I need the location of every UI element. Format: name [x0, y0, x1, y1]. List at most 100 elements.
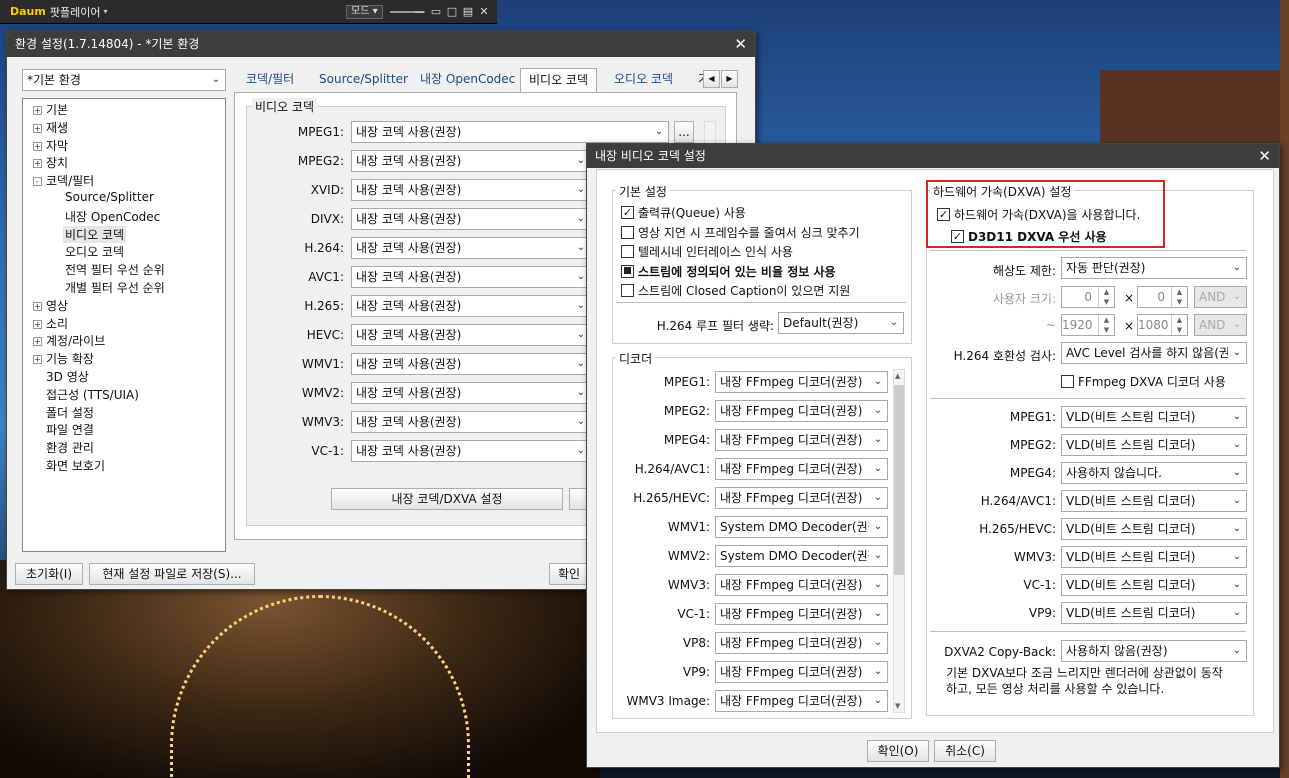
tab-scroll-left-icon[interactable]: ◀ — [703, 70, 720, 88]
tree-item[interactable]: 폴더 설정 — [44, 404, 96, 421]
potplayer-titlebar[interactable]: Daum 팟플레이어 ▾ 모드 ▾ — ▭ □ ▤ ✕ — [0, 0, 497, 24]
restore-icon[interactable]: ▭ — [428, 3, 444, 20]
tree-item[interactable]: + 소리 — [31, 315, 70, 332]
tab-video-codec[interactable]: 비디오 코덱 — [520, 68, 598, 92]
use-hw-checkbox[interactable]: ✓ 하드웨어 가속(DXVA)을 사용합니다. — [937, 206, 1140, 223]
maximize-icon[interactable]: □ — [444, 3, 460, 20]
codec-select[interactable]: 내장 코덱 사용(권장) ⌄ — [351, 266, 591, 288]
codec-select[interactable]: 내장 코덱 사용(권장) ⌄ — [351, 353, 591, 375]
hw-codec-select[interactable]: VLD(비트 스트림 디코더) ⌄ — [1061, 546, 1247, 568]
d3d11-checkbox[interactable]: ✓ D3D11 DXVA 우선 사용 — [951, 228, 1107, 245]
tree-item[interactable]: + 영상 — [31, 297, 70, 314]
hw-codec-select[interactable]: VLD(비트 스트림 디코더) ⌄ — [1061, 406, 1247, 428]
tab-audio-codec[interactable]: 오디오 코덱 — [614, 68, 673, 92]
tree-item[interactable]: 환경 관리 — [44, 439, 96, 456]
tree-item[interactable]: 접근성 (TTS/UIA) — [44, 386, 141, 403]
scrollbar-thumb[interactable] — [894, 385, 904, 575]
codec-select[interactable]: 내장 코덱 사용(권장) ⌄ — [351, 411, 591, 433]
decoder-select[interactable]: 내장 FFmpeg 디코더(권장) ⌄ — [715, 371, 888, 393]
codec-select[interactable]: 내장 코덱 사용(권장) ⌄ — [351, 208, 591, 230]
minimize-icon[interactable]: — — [412, 3, 428, 20]
dxva-settings-button[interactable]: 내장 코덱/DXVA 설정 — [331, 488, 563, 510]
tab-opencodec[interactable]: 내장 OpenCodec — [420, 68, 515, 92]
settings-tree[interactable]: + 기본 + 재생 + 자막 + 장치 - 코덱/필터 Source/Splitter 내장 Open… — [22, 98, 226, 552]
codec-select[interactable]: 내장 코덱 사용(권장) ⌄ — [351, 440, 591, 462]
pin-icon[interactable]: ▤ — [460, 3, 476, 20]
codec-select[interactable]: 내장 코덱 사용(권장) ⌄ — [351, 382, 591, 404]
hw-codec-select[interactable]: VLD(비트 스트림 디코더) ⌄ — [1061, 602, 1247, 624]
tree-item[interactable]: - 코덱/필터 — [31, 172, 96, 189]
codec-select[interactable]: 내장 코덱 사용(권장) ⌄ — [351, 179, 591, 201]
tree-item[interactable]: + 계정/라이브 — [31, 332, 107, 349]
tab-codec-filter[interactable]: 코덱/필터 — [246, 68, 294, 92]
dialog-ok-button[interactable]: 확인(O) — [867, 740, 929, 762]
expand-icon[interactable]: + — [33, 301, 42, 311]
close-icon[interactable]: ✕ — [734, 31, 747, 57]
and-select-1[interactable]: AND ⌄ — [1194, 286, 1247, 308]
compat-select[interactable]: AVC Level 검사를 하지 않음(권 ⌄ — [1061, 342, 1247, 364]
ffmpeg-dxva-checkbox[interactable]: FFmpeg DXVA 디코더 사용 — [1061, 373, 1226, 390]
decoder-select[interactable]: System DMO Decoder(권장 ⌄ — [715, 545, 888, 567]
basic-option-checkbox[interactable]: 스트림에 Closed Caption이 있으면 지원 — [621, 282, 850, 299]
tree-item[interactable]: 비디오 코덱 — [63, 225, 127, 243]
more-button[interactable]: ... — [674, 121, 694, 143]
tree-item[interactable]: + 자막 — [31, 137, 70, 154]
height-max-spinner[interactable]: 1080 ▲ ▼ — [1137, 314, 1188, 336]
and-select-2[interactable]: AND ⌄ — [1194, 314, 1247, 336]
close-icon[interactable]: ✕ — [476, 3, 492, 20]
basic-option-checkbox[interactable]: 텔레시네 인터레이스 인식 사용 — [621, 243, 793, 260]
decoder-select[interactable]: 내장 FFmpeg 디코더(권장) ⌄ — [715, 661, 888, 683]
tree-item[interactable]: + 기본 — [31, 101, 70, 118]
spinner-arrows-icon[interactable]: ▲ ▼ — [1098, 287, 1114, 307]
spinner-arrows-icon[interactable]: ▲ ▼ — [1171, 287, 1187, 307]
decoder-select[interactable]: 내장 FFmpeg 디코더(권장) ⌄ — [715, 690, 888, 712]
decoder-select[interactable]: 내장 FFmpeg 디코더(권장) ⌄ — [715, 458, 888, 480]
expand-icon[interactable]: + — [33, 355, 42, 365]
decoder-select[interactable]: 내장 FFmpeg 디코더(권장) ⌄ — [715, 400, 888, 422]
expand-icon[interactable]: + — [33, 106, 42, 115]
dialog-titlebar[interactable]: 내장 비디오 코덱 설정 ✕ — [587, 144, 1279, 168]
basic-option-checkbox[interactable]: ✓ 출력큐(Queue) 사용 — [621, 204, 746, 221]
tree-item[interactable]: 파일 연결 — [44, 421, 96, 438]
tree-item[interactable]: 3D 영상 — [44, 368, 91, 385]
tree-item[interactable]: 전역 필터 우선 순위 — [63, 261, 167, 278]
tab-source-splitter[interactable]: Source/Splitter — [319, 68, 408, 92]
basic-option-checkbox[interactable]: 영상 지연 시 프레임수를 줄여서 싱크 맞추기 — [621, 224, 860, 241]
expand-icon[interactable]: + — [33, 159, 42, 169]
spinner-arrows-icon[interactable]: ▲ ▼ — [1171, 315, 1187, 335]
hw-codec-select[interactable]: VLD(비트 스트림 디코더) ⌄ — [1061, 434, 1247, 456]
ok-button[interactable]: 확인 — [549, 563, 589, 585]
width-min-spinner[interactable]: 0 ▲ ▼ — [1061, 286, 1115, 308]
decoder-select[interactable]: 내장 FFmpeg 디코더(권장) ⌄ — [715, 574, 888, 596]
hw-codec-select[interactable]: VLD(비트 스트림 디코더) ⌄ — [1061, 518, 1247, 540]
tree-item[interactable]: + 기능 확장 — [31, 350, 96, 367]
hw-codec-select[interactable]: VLD(비트 스트림 디코더) ⌄ — [1061, 490, 1247, 512]
decoder-select[interactable]: 내장 FFmpeg 디코더(권장) ⌄ — [715, 429, 888, 451]
tab-scroll-right-icon[interactable]: ▶ — [721, 70, 738, 88]
chevron-down-icon[interactable]: ▾ — [103, 7, 107, 16]
tree-item[interactable]: 화면 보호기 — [44, 457, 107, 474]
tree-item[interactable]: + 장치 — [31, 154, 70, 171]
spinner-arrows-icon[interactable]: ▲ ▼ — [1098, 315, 1114, 335]
hw-codec-select[interactable]: 사용하지 않습니다. ⌄ — [1061, 462, 1247, 484]
profile-select[interactable]: *기본 환경 ⌄ — [22, 69, 226, 91]
expand-icon[interactable]: + — [33, 141, 42, 151]
codec-select[interactable]: 내장 코덱 사용(권장) ⌄ — [351, 150, 591, 172]
tree-item[interactable]: 오디오 코덱 — [63, 243, 126, 260]
loop-filter-select[interactable]: Default(권장) ⌄ — [778, 312, 904, 334]
height-min-spinner[interactable]: 0 ▲ ▼ — [1137, 286, 1188, 308]
scroll-up-icon[interactable]: ▲ — [895, 372, 900, 380]
codec-select[interactable]: 내장 코덱 사용(권장) ⌄ — [351, 295, 591, 317]
codec-select[interactable]: 내장 코덱 사용(권장) ⌄ — [351, 237, 591, 259]
settings-titlebar[interactable]: 환경 설정(1.7.14804) - *기본 환경 ✕ — [7, 31, 755, 57]
save-settings-button[interactable]: 현재 설정 파일로 저장(S)... — [89, 563, 255, 585]
collapse-icon[interactable]: - — [33, 177, 42, 187]
tree-item[interactable]: + 재생 — [31, 119, 70, 136]
copyback-select[interactable]: 사용하지 않음(권장) ⌄ — [1061, 640, 1247, 662]
decoder-select[interactable]: 내장 FFmpeg 디코더(권장) ⌄ — [715, 487, 888, 509]
resolution-select[interactable]: 자동 판단(권장) ⌄ — [1061, 257, 1247, 279]
tree-item[interactable]: 개별 필터 우선 순위 — [63, 279, 167, 296]
expand-icon[interactable]: + — [33, 123, 42, 133]
reset-button[interactable]: 초기화(I) — [15, 563, 83, 585]
expand-icon[interactable]: + — [33, 319, 42, 329]
